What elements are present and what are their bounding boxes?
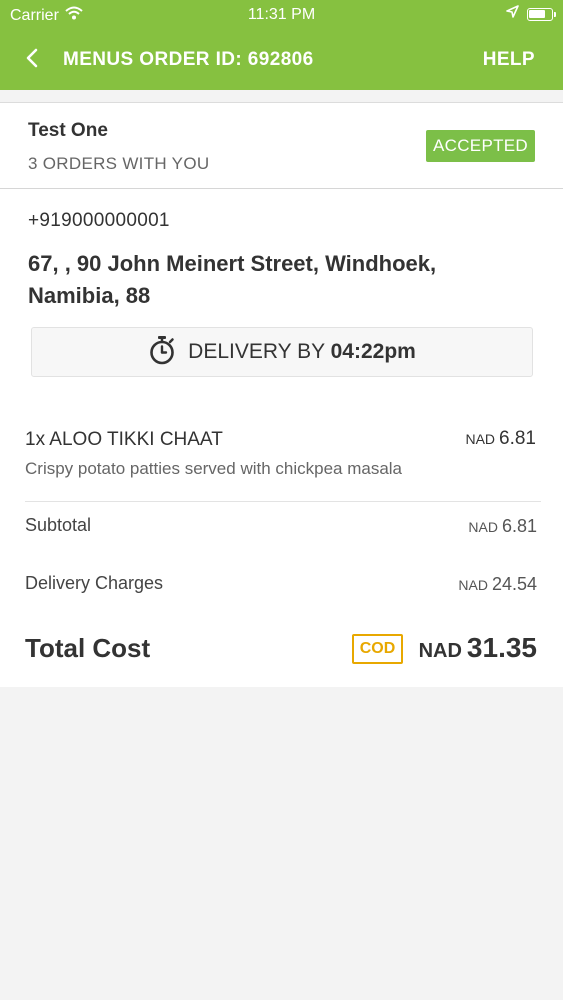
total-cost-value: NAD 31.35	[419, 632, 537, 664]
clock: 11:31 PM	[247, 6, 316, 23]
order-details: Test One 3 ORDERS WITH YOU ACCEPTED +919…	[0, 102, 563, 687]
subtotal-currency: NAD	[468, 519, 498, 535]
nav-bar: MENUS ORDER ID: 692806 HELP	[0, 40, 563, 80]
battery-level	[529, 9, 545, 18]
total-amount: 31.35	[466, 632, 537, 663]
divider	[25, 501, 541, 502]
subtotal-value: NAD 6.81	[468, 516, 537, 537]
back-button[interactable]	[18, 46, 46, 74]
total-currency: NAD	[418, 640, 462, 662]
page-title: MENUS ORDER ID: 692806	[63, 49, 314, 70]
delivery-time-box: DELIVERY BY 04:22pm	[31, 327, 533, 377]
subtotal-amount: 6.81	[501, 516, 537, 536]
item-description: Crispy potato patties served with chickp…	[25, 459, 403, 478]
customer-section: Test One 3 ORDERS WITH YOU ACCEPTED	[0, 103, 563, 189]
help-button[interactable]: HELP	[483, 49, 535, 71]
battery-icon	[527, 7, 556, 21]
customer-name: Test One	[28, 120, 108, 141]
item-currency: NAD	[465, 431, 496, 447]
subtotal-label: Subtotal	[25, 515, 92, 535]
item-price: NAD 6.81	[465, 428, 536, 450]
order-count: 3 ORDERS WITH YOU	[28, 154, 210, 173]
item-amount: 6.81	[499, 428, 536, 449]
delivery-charges-label: Delivery Charges	[25, 573, 164, 593]
stopwatch-icon	[148, 335, 176, 370]
total-cost-label: Total Cost	[25, 633, 151, 663]
phone-number[interactable]: +919000000001	[28, 210, 170, 232]
delivery-label: DELIVERY BY 04:22pm	[188, 340, 416, 364]
chevron-left-icon	[25, 48, 39, 73]
app-header: Carrier 11:31 PM MENUS ORDER ID: 692806 …	[0, 0, 563, 90]
location-arrow-icon	[506, 5, 519, 23]
delivery-charges-value: NAD 24.54	[458, 574, 537, 595]
delivery-charges-currency: NAD	[458, 577, 488, 593]
delivery-charges-amount: 24.54	[491, 574, 537, 594]
status-bar: Carrier 11:31 PM	[0, 0, 563, 30]
delivery-time: 04:22pm	[330, 340, 416, 363]
delivery-by-label: DELIVERY BY	[188, 340, 325, 363]
delivery-address: 67, , 90 John Meinert Street, Windhoek, …	[28, 251, 437, 308]
item-name: 1x ALOO TIKKI CHAAT	[25, 429, 223, 450]
status-badge: ACCEPTED	[426, 130, 535, 162]
payment-method-badge: COD	[352, 634, 403, 664]
status-right	[506, 5, 556, 23]
